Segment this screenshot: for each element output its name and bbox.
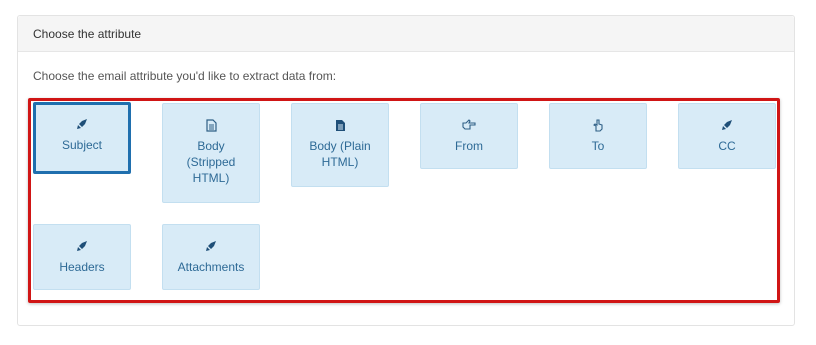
panel-heading: Choose the attribute	[18, 16, 794, 52]
option-body-plain-html[interactable]: Body (Plain HTML)	[291, 103, 389, 187]
option-from[interactable]: From	[420, 103, 518, 169]
rocket-icon	[679, 119, 775, 133]
option-to[interactable]: To	[549, 103, 647, 169]
option-label: From	[455, 139, 483, 153]
file-text-outline-icon	[163, 119, 259, 133]
option-subject[interactable]: Subject	[33, 102, 131, 174]
selection-highlight-box	[28, 98, 780, 303]
option-cc[interactable]: CC	[678, 103, 776, 169]
rocket-icon	[163, 240, 259, 254]
option-body-stripped-html[interactable]: Body (Stripped HTML)	[162, 103, 260, 203]
option-label: To	[591, 139, 605, 153]
hand-point-right-icon	[421, 119, 517, 133]
option-label: Subject	[61, 138, 103, 152]
hand-point-up-icon	[550, 119, 646, 133]
file-text-icon	[292, 119, 388, 133]
attribute-panel: Choose the attribute Choose the email at…	[17, 15, 795, 326]
option-label: Headers	[59, 260, 105, 274]
option-label: Body (Stripped HTML)	[186, 139, 236, 185]
prompt-text: Choose the email attribute you'd like to…	[33, 69, 337, 83]
option-headers[interactable]: Headers	[33, 224, 131, 290]
option-label: Body (Plain HTML)	[309, 139, 371, 169]
rocket-icon	[34, 240, 130, 254]
option-label: CC	[718, 139, 736, 153]
option-attachments[interactable]: Attachments	[162, 224, 260, 290]
option-label: Attachments	[177, 260, 245, 274]
rocket-icon	[36, 118, 128, 132]
